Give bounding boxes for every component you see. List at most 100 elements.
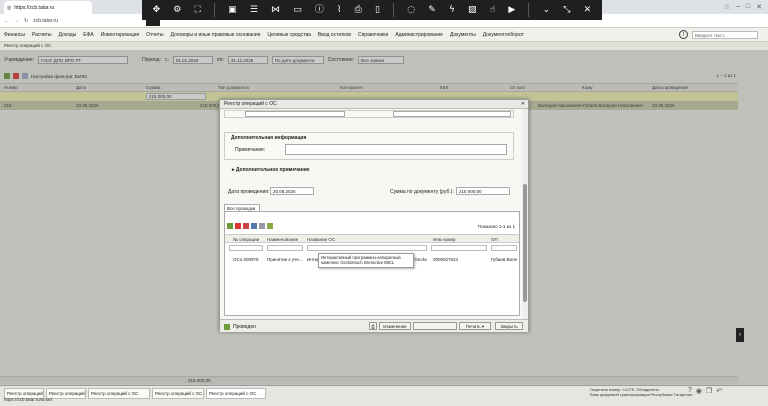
chevron-down-icon[interactable]: ⌄ bbox=[543, 5, 551, 15]
user-area: ! Введите текст... bbox=[679, 30, 758, 39]
fullscreen-icon[interactable]: ⛶ bbox=[195, 5, 201, 15]
menu-item[interactable]: ЕФА bbox=[83, 32, 93, 38]
posted-date-field[interactable]: 20.08.2026 bbox=[270, 187, 314, 195]
menu-item[interactable]: Расчеты bbox=[32, 32, 52, 38]
doc-sum-field[interactable]: 215 000,00 bbox=[456, 187, 510, 195]
back-icon[interactable]: ← bbox=[4, 18, 9, 24]
maximize-icon[interactable]: □ bbox=[746, 3, 750, 11]
print-icon[interactable]: ⎙ bbox=[355, 5, 362, 15]
settings-icon[interactable]: ⚙ bbox=[173, 5, 181, 15]
filter-input[interactable] bbox=[431, 245, 487, 251]
column-header[interactable]: Название ОС bbox=[307, 237, 335, 242]
collapse-icon[interactable]: ⤡ bbox=[563, 5, 570, 15]
entries-header: № операции Наименование Название ОС Инв.ном… bbox=[225, 234, 519, 243]
lock-icon[interactable]: ▯ bbox=[375, 5, 380, 15]
edit-icon[interactable]: ✎ bbox=[428, 5, 436, 15]
minimize-icon[interactable]: – bbox=[736, 3, 740, 11]
undo-icon[interactable]: ↶ bbox=[716, 387, 722, 395]
doc-sum-label: Сумма по документу (руб.): bbox=[390, 189, 454, 195]
field-placeholder[interactable] bbox=[245, 111, 345, 117]
column-header[interactable]: Инв.номер bbox=[433, 237, 455, 242]
menu-item[interactable]: Документы bbox=[450, 32, 476, 38]
filter-icon[interactable] bbox=[259, 223, 265, 229]
reload-icon[interactable]: ↻ bbox=[24, 18, 28, 24]
delete-icon[interactable] bbox=[235, 223, 241, 229]
menu-item[interactable]: Целевые средства bbox=[267, 32, 310, 38]
help-icon[interactable]: ? bbox=[688, 387, 692, 395]
lightning-icon[interactable]: ϟ bbox=[449, 5, 455, 15]
menu-item[interactable]: Документооборот bbox=[483, 32, 524, 38]
export-icon[interactable] bbox=[267, 223, 273, 229]
toolbar-handle[interactable] bbox=[146, 20, 160, 26]
scroll-thumb[interactable] bbox=[523, 184, 527, 302]
filter-input[interactable] bbox=[491, 245, 517, 251]
menu-item[interactable]: Инвентаризация bbox=[101, 32, 140, 38]
task-item[interactable]: Реестр операций с ОС bbox=[88, 388, 150, 399]
change-button[interactable]: Изменение bbox=[379, 322, 411, 330]
entries-filter-row bbox=[225, 243, 519, 253]
add-icon[interactable] bbox=[227, 223, 233, 229]
status-label: Проведен bbox=[233, 324, 256, 330]
menu-item[interactable]: Договоры и иные правовые основания bbox=[171, 32, 261, 38]
filter-input[interactable] bbox=[307, 245, 427, 251]
share-icon[interactable]: ⋈ bbox=[271, 5, 280, 15]
menu-item[interactable]: Администрирование bbox=[395, 32, 443, 38]
column-header[interactable]: Наименование bbox=[267, 237, 298, 242]
menu-item[interactable]: Финансы bbox=[4, 32, 25, 38]
filter-input[interactable] bbox=[267, 245, 303, 251]
note-label: Примечание: bbox=[235, 147, 266, 153]
tab-all-entries[interactable]: Все проводки bbox=[224, 204, 260, 211]
list-icon[interactable]: ☰ bbox=[250, 5, 258, 15]
entries-toolbar bbox=[227, 223, 273, 229]
previous-fields bbox=[224, 110, 514, 118]
filter-input[interactable] bbox=[229, 245, 263, 251]
image-icon[interactable]: ▨ bbox=[468, 5, 477, 15]
close-button[interactable]: Закрыть bbox=[495, 322, 523, 330]
menu-item[interactable]: Справочники bbox=[358, 32, 388, 38]
terminal-icon[interactable]: ▭ bbox=[293, 5, 302, 15]
folder-icon[interactable]: ▣ bbox=[228, 5, 237, 15]
extra-note-label: Дополнительное примечание bbox=[235, 167, 310, 173]
status-url: https://zcb.tatar.ru/smart bbox=[4, 397, 53, 402]
menu-item[interactable]: Отчеты bbox=[146, 32, 163, 38]
touch-icon[interactable]: ☝ bbox=[490, 5, 495, 15]
task-item-active[interactable]: Реестр операций с ОС bbox=[206, 388, 266, 399]
star-icon[interactable]: ☆ bbox=[724, 3, 730, 11]
note-field[interactable] bbox=[285, 144, 507, 155]
close-icon[interactable]: ✕ bbox=[521, 101, 525, 107]
cell-op: ОСо 000979 bbox=[233, 257, 259, 262]
extra-note-toggle[interactable]: ▸ Дополнительное примечание bbox=[232, 167, 310, 173]
close-window-icon[interactable]: ✕ bbox=[756, 3, 762, 11]
forward-icon[interactable]: → bbox=[14, 18, 19, 24]
side-panel-toggle[interactable]: ‹ bbox=[736, 328, 744, 342]
print-button[interactable]: Печать ▾ bbox=[459, 322, 491, 330]
info-icon[interactable]: ⓘ bbox=[315, 5, 324, 15]
browser-tab[interactable]: ◎ https://zcb.tatar.ru bbox=[4, 1, 92, 14]
chat-icon[interactable]: ◌ bbox=[407, 5, 415, 15]
move-icon[interactable]: ✥ bbox=[153, 5, 161, 15]
field-placeholder[interactable] bbox=[393, 111, 511, 117]
cancel-icon[interactable] bbox=[243, 223, 249, 229]
additional-info-section: Дополнительная информация Примечание: bbox=[224, 132, 514, 160]
copy-icon[interactable]: ❐ bbox=[706, 387, 712, 395]
tab-title: https://zcb.tatar.ru bbox=[14, 4, 55, 11]
camera-icon[interactable]: ◉ bbox=[696, 387, 702, 395]
user-icon[interactable]: ! bbox=[679, 30, 688, 39]
address-input[interactable]: zcb.tatar.ru bbox=[33, 18, 58, 24]
section-title: Дополнительная информация bbox=[231, 135, 307, 141]
menu-item[interactable]: Ввод остатков bbox=[318, 32, 351, 38]
scrollbar[interactable] bbox=[522, 109, 528, 319]
column-header[interactable]: ОП bbox=[491, 237, 498, 242]
task-item[interactable]: Реестр операций с ОС bbox=[152, 388, 204, 399]
search-input[interactable]: Введите текст... bbox=[692, 30, 758, 39]
menu-item[interactable]: Доходы bbox=[59, 32, 77, 38]
license-info: Лицензия номер: 1227б. Обладатель: Банк … bbox=[590, 387, 692, 397]
attach-icon[interactable]: ⌇ bbox=[337, 5, 341, 15]
edit-icon[interactable] bbox=[251, 223, 257, 229]
video-icon[interactable]: ▶ bbox=[508, 5, 515, 15]
cell-inv: 0000027624 bbox=[433, 257, 459, 262]
tray-icons: ? ◉ ❐ ↶ bbox=[688, 387, 722, 395]
close-icon[interactable]: ✕ bbox=[584, 5, 592, 15]
column-header[interactable]: № операции bbox=[233, 237, 259, 242]
print-icon-button[interactable]: ⎙ bbox=[369, 322, 377, 330]
